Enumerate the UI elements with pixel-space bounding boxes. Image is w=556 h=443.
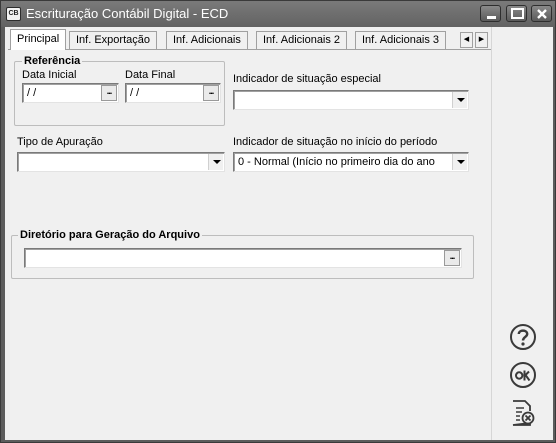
title-bar[interactable]: CB Escrituração Contábil Digital - ECD [1, 1, 555, 27]
action-panel [491, 27, 553, 440]
data-inicial-value: / / [27, 87, 37, 99]
app-icon: CB [6, 7, 21, 21]
data-inicial-field[interactable]: / / ... [22, 83, 119, 103]
indicador-situacao-inicio-select[interactable]: 0 - Normal (Início no primeiro dia do an… [233, 152, 469, 172]
tipo-apuracao-label: Tipo de Apuração [17, 136, 103, 148]
chevron-down-icon[interactable] [452, 92, 467, 108]
help-button[interactable] [509, 323, 537, 351]
maximize-button[interactable] [506, 5, 527, 22]
chevron-down-icon[interactable] [452, 154, 467, 170]
main-window: CB Escrituração Contábil Digital - ECD P… [0, 0, 556, 443]
data-final-picker-button[interactable]: ... [203, 85, 219, 101]
data-final-value: / / [130, 87, 140, 99]
chevron-down-icon[interactable] [208, 154, 223, 170]
data-inicial-picker-button[interactable]: ... [101, 85, 117, 101]
maximize-icon [511, 8, 524, 19]
cancel-button[interactable] [509, 399, 537, 427]
indicador-situacao-especial-label: Indicador de situação especial [233, 73, 381, 85]
referencia-title: Referência [22, 55, 83, 67]
data-final-field[interactable]: / / ... [125, 83, 221, 103]
tab-scroll-right-icon[interactable]: ▶ [475, 32, 488, 48]
data-final-label: Data Final [125, 69, 176, 81]
indicador-situacao-especial-select[interactable] [233, 90, 469, 110]
tab-inf-adicionais[interactable]: Inf. Adicionais [166, 31, 248, 49]
tab-principal[interactable]: Principal [10, 29, 67, 50]
help-icon [510, 324, 536, 350]
cancel-icon [512, 400, 535, 426]
minimize-icon [487, 16, 496, 19]
indicador-situacao-inicio-label: Indicador de situação no início do perío… [233, 136, 438, 148]
tab-inf-adicionais-2[interactable]: Inf. Adicionais 2 [256, 31, 348, 49]
tab-strip: Principal Inf. Exportação Inf. Adicionai… [8, 29, 491, 50]
diretorio-title: Diretório para Geração do Arquivo [18, 229, 202, 241]
tab-scroll-left-icon[interactable]: ◀ [460, 32, 473, 48]
ok-icon [510, 362, 536, 388]
close-button[interactable] [531, 5, 552, 22]
data-inicial-label: Data Inicial [22, 69, 77, 81]
tab-inf-exportacao[interactable]: Inf. Exportação [69, 31, 157, 49]
minimize-button[interactable] [480, 5, 501, 22]
tab-inf-adicionais-3[interactable]: Inf. Adicionais 3 [355, 31, 447, 49]
tipo-apuracao-select[interactable] [17, 152, 225, 172]
client-area: Principal Inf. Exportação Inf. Adicionai… [5, 27, 491, 440]
window-title: Escrituração Contábil Digital - ECD [26, 6, 229, 21]
tab-page-principal: Referência Data Inicial / / ... Data Fin… [8, 49, 491, 440]
ok-button[interactable] [509, 361, 537, 389]
diretorio-path-field[interactable]: ... [24, 248, 462, 268]
indicador-situacao-inicio-value: 0 - Normal (Início no primeiro dia do an… [238, 156, 438, 168]
browse-folder-button[interactable]: ... [444, 250, 460, 266]
close-icon [537, 9, 547, 19]
